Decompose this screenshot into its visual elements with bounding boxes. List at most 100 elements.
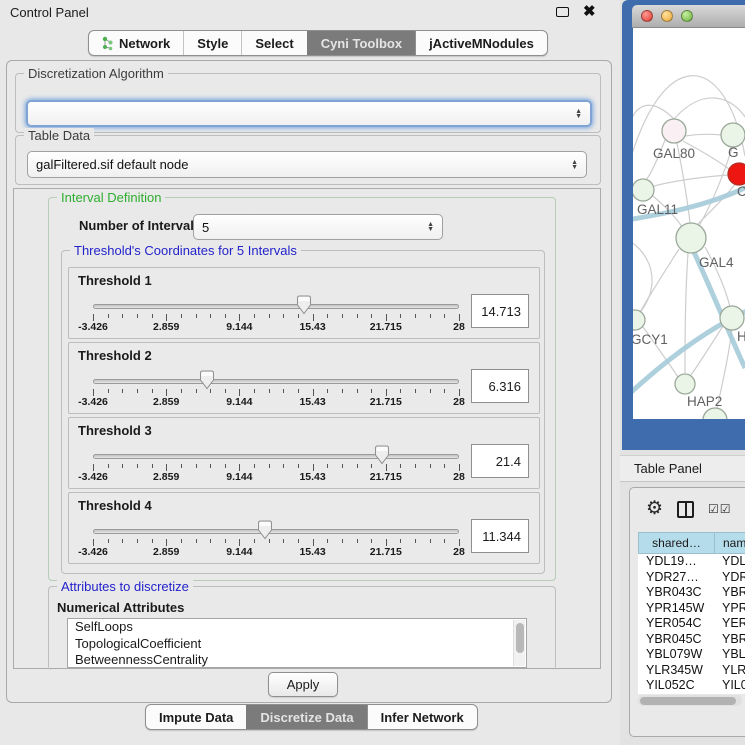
close-traffic-light-icon[interactable]: [641, 10, 653, 22]
network-node[interactable]: [721, 123, 745, 147]
table-row[interactable]: YER054CYER0: [638, 616, 745, 632]
slider-tick: [444, 464, 445, 468]
numerical-attributes-list[interactable]: SelfLoopsTopologicalCoefficientBetweenne…: [67, 618, 527, 668]
network-edge: [640, 249, 679, 312]
slider-tick: [93, 389, 94, 396]
attribute-item[interactable]: TopologicalCoefficient: [68, 636, 526, 653]
slider-tick: [371, 464, 372, 468]
slider-tick: [269, 464, 270, 468]
slider-tick: [386, 539, 387, 546]
table-row[interactable]: YBR045CYBR0: [638, 632, 745, 648]
float-window-icon[interactable]: [556, 7, 569, 17]
table-panel-title: Table Panel: [634, 461, 702, 476]
network-window-titlebar[interactable]: [632, 5, 745, 28]
tab-infer-network[interactable]: Infer Network: [367, 705, 477, 729]
thresholds-group: Threshold's Coordinates for 5 Intervals …: [61, 250, 545, 574]
network-node-label: HAP2: [687, 394, 722, 409]
slider-tick: [239, 539, 240, 546]
table-row[interactable]: YDR27…YDR2: [638, 570, 745, 586]
table-column-header[interactable]: name: [714, 532, 745, 554]
table-row[interactable]: YBL079WYBL0: [638, 647, 745, 663]
attribute-item[interactable]: SelfLoops: [68, 619, 526, 636]
table-row[interactable]: YIL052CYIL0: [638, 678, 745, 694]
network-edge: [654, 175, 728, 186]
slider-track[interactable]: [93, 454, 459, 459]
threshold-value-field[interactable]: 11.344: [471, 519, 529, 553]
table-data-combo[interactable]: galFiltered.sif default node ▲▼: [27, 151, 587, 178]
network-node[interactable]: [676, 223, 706, 253]
tab-label: jActiveMNodules: [429, 36, 534, 51]
threshold-value-field[interactable]: 21.4: [471, 444, 529, 478]
slider-tick-label: 2.859: [153, 546, 179, 558]
slider-tick: [152, 464, 153, 468]
threshold-value-field[interactable]: 6.316: [471, 369, 529, 403]
threshold-row: Threshold 2-3.4262.8599.14415.4321.71528…: [68, 342, 540, 414]
table-row[interactable]: YLR345WYLR3: [638, 663, 745, 679]
slider-tick: [122, 464, 123, 468]
slider-tick: [122, 314, 123, 318]
table-data-group: Table Data galFiltered.sif default node …: [15, 135, 601, 185]
tab-discretize-data[interactable]: Discretize Data: [246, 705, 366, 729]
discretization-algorithm-group: Discretization Algorithm ▲▼: [15, 73, 601, 133]
slider-tick: [386, 464, 387, 471]
slider-tick: [400, 539, 401, 543]
zoom-traffic-light-icon[interactable]: [681, 10, 693, 22]
slider-track[interactable]: [93, 529, 459, 534]
tab-jactivemnodules[interactable]: jActiveMNodules: [415, 31, 547, 55]
slider-thumb[interactable]: [257, 520, 273, 540]
slider-track[interactable]: [93, 304, 459, 309]
network-node[interactable]: [703, 408, 727, 419]
algorithm-combo[interactable]: ▲▼: [26, 100, 592, 127]
list-scrollbar[interactable]: [513, 620, 525, 666]
threshold-label: Threshold 2: [78, 348, 152, 363]
slider-thumb[interactable]: [374, 445, 390, 465]
slider-tick: [108, 539, 109, 543]
tab-style[interactable]: Style: [183, 31, 241, 55]
interval-definition-title: Interval Definition: [57, 190, 165, 205]
slider-tick: [210, 314, 211, 318]
combo-spinner-icon: ▲▼: [421, 222, 434, 232]
close-icon[interactable]: ✖: [583, 2, 596, 20]
table-row[interactable]: YDL19…YDL1: [638, 554, 745, 570]
network-node[interactable]: [728, 163, 745, 185]
table-hscrollbar[interactable]: [638, 695, 742, 706]
number-of-intervals-combo[interactable]: 5 ▲▼: [193, 214, 443, 240]
slider-tick: [400, 389, 401, 393]
columns-icon[interactable]: [677, 501, 694, 518]
network-node[interactable]: [720, 306, 744, 330]
select-columns-checkboxes-icon[interactable]: ☑☑: [708, 502, 732, 516]
network-node[interactable]: [662, 119, 686, 143]
list-scrollbar-thumb[interactable]: [516, 623, 524, 653]
slider-tick: [269, 389, 270, 393]
tab-label: Discretize Data: [260, 710, 353, 725]
slider-tick: [371, 389, 372, 393]
slider-tick: [166, 464, 167, 471]
attribute-item[interactable]: BetweennessCentrality: [68, 652, 526, 668]
minimize-traffic-light-icon[interactable]: [661, 10, 673, 22]
slider-tick: [254, 314, 255, 318]
slider-thumb[interactable]: [296, 295, 312, 315]
tab-network[interactable]: Network: [89, 31, 183, 55]
table-hscrollbar-thumb[interactable]: [640, 697, 736, 705]
tab-cyni-toolbox[interactable]: Cyni Toolbox: [307, 31, 415, 55]
threshold-row: Threshold 1-3.4262.8599.14415.4321.71528…: [68, 267, 540, 339]
panel-title: Control Panel: [10, 5, 89, 20]
slider-thumb[interactable]: [199, 370, 215, 390]
gear-icon[interactable]: ⚙: [646, 499, 663, 519]
slider-track[interactable]: [93, 379, 459, 384]
network-node[interactable]: [633, 179, 654, 201]
slider-tick-label: 9.144: [226, 321, 252, 333]
slider-tick: [342, 464, 343, 468]
table-row[interactable]: YBR043CYBR0: [638, 585, 745, 601]
network-canvas[interactable]: GAL80GCGAL11GAL4GCY1HHAP2: [633, 28, 745, 419]
threshold-value-field[interactable]: 14.713: [471, 294, 529, 328]
table-row[interactable]: YPR145WYPR1: [638, 601, 745, 617]
attributes-group: Attributes to discretize Numerical Attri…: [48, 586, 556, 670]
tab-select[interactable]: Select: [241, 31, 306, 55]
network-node[interactable]: [675, 374, 695, 394]
thresholds-title: Threshold's Coordinates for 5 Intervals: [70, 243, 301, 258]
apply-button[interactable]: Apply: [268, 672, 338, 697]
tab-impute-data[interactable]: Impute Data: [146, 705, 246, 729]
table-column-header[interactable]: shared…: [638, 532, 714, 554]
slider-tick: [108, 389, 109, 393]
